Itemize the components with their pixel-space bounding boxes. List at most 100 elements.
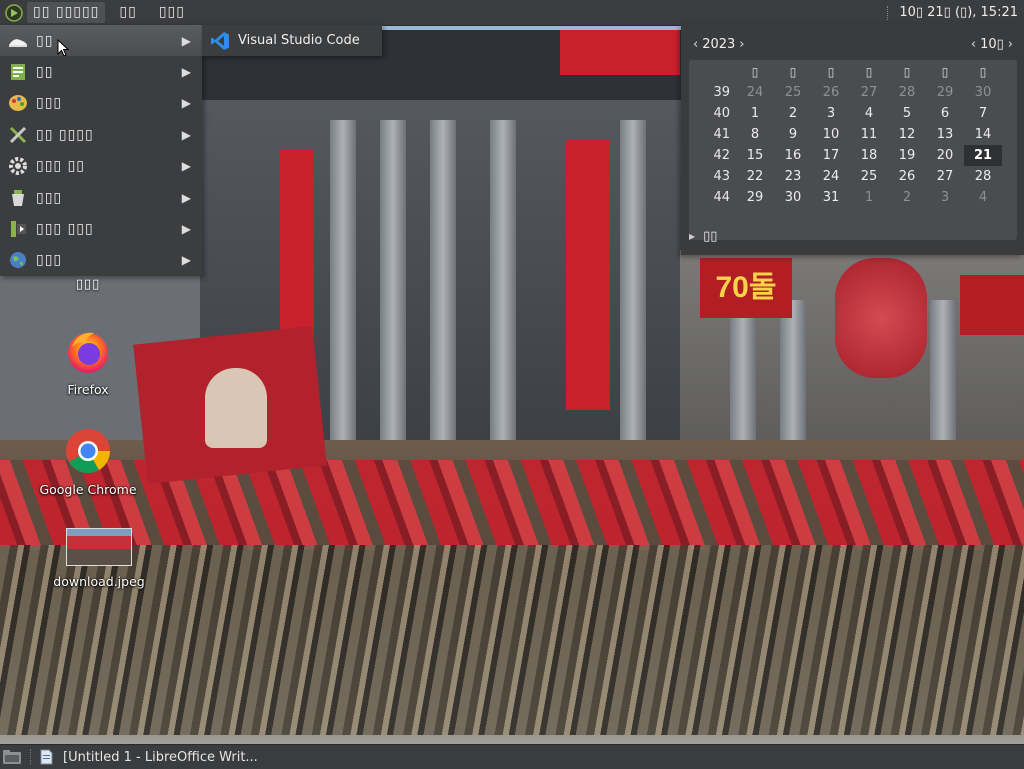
calendar-day[interactable]: 25: [850, 166, 888, 187]
calendar-day[interactable]: 23: [774, 166, 812, 187]
expander-triangle-icon: ▶: [689, 232, 696, 241]
top-panel: ▯▯ ▯▯▯▯▯ ▯▯ ▯▯▯ 10▯ 21▯ (▯), 15:21: [0, 0, 1024, 26]
calendar-week-row: 40 1 2 3 4 5 6 7: [694, 103, 1002, 124]
mouse-cursor-icon: [57, 39, 69, 57]
weekday-label: ▯: [865, 64, 873, 79]
calendar-day[interactable]: 10: [812, 124, 850, 145]
wall-sign-text: 70돌: [700, 258, 792, 318]
menu-item-3[interactable]: ▯▯ ▯▯▯▯ ▶: [0, 119, 202, 150]
calendar-day[interactable]: 29: [926, 82, 964, 103]
menu-item-6[interactable]: ▯▯▯ ▯▯▯ ▶: [0, 213, 202, 244]
menu-item-5[interactable]: ▯▯▯ ▶: [0, 182, 202, 213]
prev-year-button[interactable]: ‹: [689, 37, 702, 52]
calendar-day[interactable]: 30: [774, 187, 812, 208]
system-menu-button[interactable]: ▯▯▯: [153, 2, 191, 23]
menu-item-4[interactable]: ▯▯▯ ▯▯ ▶: [0, 151, 202, 182]
home-folder-label[interactable]: ▯▯▯: [58, 277, 118, 292]
calendar-day[interactable]: 8: [736, 124, 774, 145]
calendar-week-row: 41 8 9 10 11 12 13 14: [694, 124, 1002, 145]
calendar-day[interactable]: 15: [736, 145, 774, 166]
calendar-day[interactable]: 24: [812, 166, 850, 187]
calendar-day[interactable]: 25: [774, 82, 812, 103]
chevron-right-icon: ▶: [181, 33, 192, 48]
chevron-right-icon: ▶: [181, 222, 192, 237]
bottom-panel: [Untitled 1 - LibreOffice Writ...: [0, 744, 1024, 769]
menu-item-0[interactable]: ▯▯ ▶: [0, 25, 202, 57]
vscode-icon: [211, 31, 229, 50]
calendar-popup: ‹ 2023 › ‹ 10▯ › ▯ ▯ ▯ ▯ ▯ ▯ ▯ 39 24 25 26 2…: [681, 25, 1024, 255]
calendar-day[interactable]: 27: [850, 82, 888, 103]
places-menu-button[interactable]: ▯▯: [113, 2, 142, 23]
calendar-week-row: 39 24 25 26 27 28 29 30: [694, 82, 1002, 103]
calendar-day[interactable]: 24: [736, 82, 774, 103]
calendar-day[interactable]: 31: [812, 187, 850, 208]
firefox-desktop-icon[interactable]: Firefox: [33, 327, 143, 397]
taskbar-item-writer[interactable]: [Untitled 1 - LibreOffice Writ...: [40, 749, 258, 765]
chevron-right-icon: ▶: [181, 159, 192, 174]
menu-item-1[interactable]: ▯▯ ▶: [0, 56, 202, 87]
calendar-day[interactable]: 6: [926, 103, 964, 124]
calendar-day[interactable]: 4: [964, 187, 1002, 208]
calendar-day-today[interactable]: 21: [964, 145, 1002, 166]
menu-item-2[interactable]: ▯▯▯ ▶: [0, 88, 202, 119]
calendar-day[interactable]: 17: [812, 145, 850, 166]
calendar-day[interactable]: 27: [926, 166, 964, 187]
menu-item-label: ▯▯▯ ▯▯▯: [36, 221, 94, 238]
week-number: 40: [713, 106, 730, 121]
chrome-desktop-icon[interactable]: Google Chrome: [33, 427, 143, 497]
calendar-day[interactable]: 2: [888, 187, 926, 208]
calendar-day[interactable]: 26: [888, 166, 926, 187]
calendar-day[interactable]: 3: [926, 187, 964, 208]
calendar-day[interactable]: 2: [774, 103, 812, 124]
calendar-day[interactable]: 19: [888, 145, 926, 166]
weekday-label: ▯: [979, 64, 987, 79]
calendar-day[interactable]: 20: [926, 145, 964, 166]
menu-item-label: ▯▯▯ ▯▯: [36, 158, 85, 175]
calendar-day[interactable]: 13: [926, 124, 964, 145]
menu-item-label: ▯▯: [36, 64, 54, 81]
weekday-header-row: ▯ ▯ ▯ ▯ ▯ ▯ ▯: [694, 61, 1002, 82]
desktop-icon-label: Firefox: [67, 382, 109, 397]
calendar-day[interactable]: 26: [812, 82, 850, 103]
calendar-day[interactable]: 18: [850, 145, 888, 166]
distro-logo-icon[interactable]: [3, 2, 25, 24]
next-month-button[interactable]: ›: [1004, 37, 1017, 52]
week-number: 43: [713, 169, 730, 184]
hat-icon: [8, 31, 28, 51]
desktop-icon-label: download.jpeg: [53, 574, 145, 589]
multimedia-icon: [8, 219, 28, 239]
system-tools-icon: [8, 188, 28, 208]
calendar-day[interactable]: 3: [812, 103, 850, 124]
calendar-day[interactable]: 9: [774, 124, 812, 145]
download-jpeg-desktop-icon[interactable]: download.jpeg: [44, 528, 154, 589]
submenu-vscode-item[interactable]: Visual Studio Code: [202, 25, 382, 56]
calendar-day[interactable]: 1: [850, 187, 888, 208]
panel-clock[interactable]: 10▯ 21▯ (▯), 15:21: [887, 5, 1024, 20]
show-desktop-icon[interactable]: [2, 749, 22, 765]
calendar-day[interactable]: 14: [964, 124, 1002, 145]
calendar-day[interactable]: 11: [850, 124, 888, 145]
menu-item-7[interactable]: ▯▯▯ ▶: [0, 245, 202, 276]
applications-menu-button[interactable]: ▯▯ ▯▯▯▯▯: [27, 2, 106, 23]
calendar-day[interactable]: 1: [736, 103, 774, 124]
events-expander[interactable]: ▶ ▯▯: [689, 229, 717, 244]
weekday-label: ▯: [903, 64, 911, 79]
chevron-right-icon: ▶: [181, 65, 192, 80]
desktop-icon-label: Google Chrome: [39, 482, 137, 497]
calendar-day[interactable]: 30: [964, 82, 1002, 103]
next-year-button[interactable]: ›: [735, 37, 748, 52]
calendar-day[interactable]: 16: [774, 145, 812, 166]
calendar-day[interactable]: 4: [850, 103, 888, 124]
calendar-day[interactable]: 29: [736, 187, 774, 208]
calendar-day[interactable]: 28: [964, 166, 1002, 187]
calendar-day[interactable]: 7: [964, 103, 1002, 124]
firefox-icon: [68, 332, 108, 373]
chevron-right-icon: ▶: [181, 127, 192, 142]
calendar-day[interactable]: 22: [736, 166, 774, 187]
calendar-day[interactable]: 12: [888, 124, 926, 145]
prev-month-button[interactable]: ‹: [967, 37, 980, 52]
calendar-day[interactable]: 28: [888, 82, 926, 103]
submenu-item-label: Visual Studio Code: [238, 33, 360, 48]
weekday-label: ▯: [751, 64, 759, 79]
calendar-day[interactable]: 5: [888, 103, 926, 124]
